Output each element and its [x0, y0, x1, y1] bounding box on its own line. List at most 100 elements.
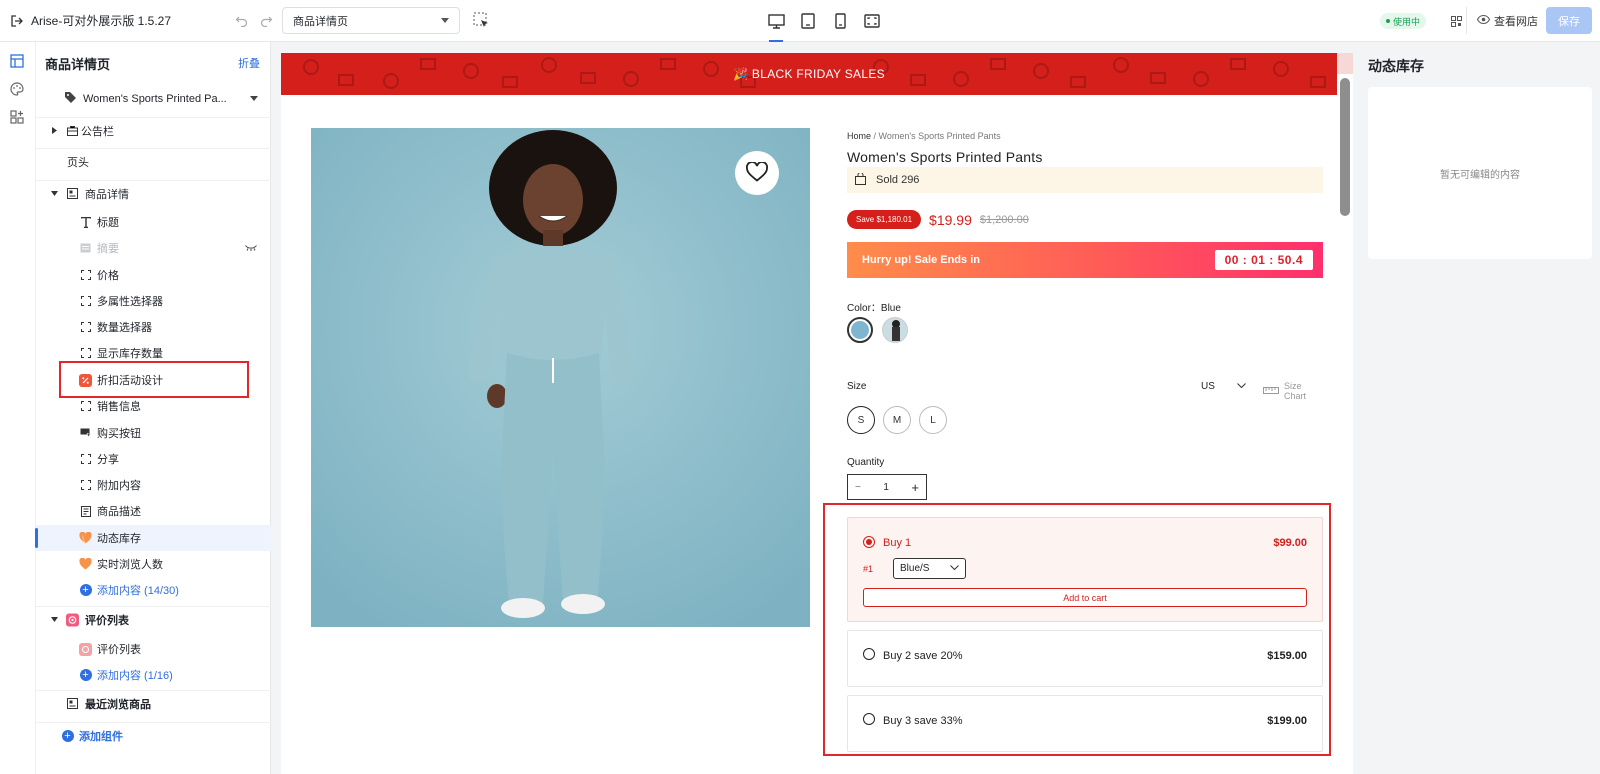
- tree-item-price[interactable]: 价格: [36, 262, 271, 288]
- product-select[interactable]: Women's Sports Printed Pa...: [64, 88, 258, 110]
- size-region-value: US: [1201, 381, 1215, 392]
- color-swatch-photo[interactable]: [882, 317, 908, 343]
- plus-circle-icon: +: [79, 584, 92, 597]
- mobile-icon[interactable]: [824, 0, 856, 42]
- settings-empty-card: 暂无可编辑的内容: [1368, 87, 1592, 259]
- heart-app-icon: [79, 532, 92, 545]
- announcement-bar[interactable]: 🎉 BLACK FRIDAY SALES: [281, 53, 1337, 95]
- tree-item-additional-content[interactable]: 附加内容: [36, 472, 271, 498]
- tree-item-label: 页头: [67, 156, 89, 169]
- qr-code-icon[interactable]: [1446, 11, 1466, 31]
- caret-down-icon: [250, 93, 258, 105]
- hidden-eye-icon[interactable]: [244, 242, 257, 255]
- undo-icon[interactable]: [233, 12, 249, 28]
- highlight-annotation-bundles: [823, 503, 1331, 756]
- settings-panel: 动态库存 暂无可编辑的内容: [1353, 42, 1600, 774]
- page-select[interactable]: 商品详情页: [282, 7, 460, 34]
- countdown-label: Hurry up! Sale Ends in: [862, 254, 980, 266]
- preview-canvas: 🎉 BLACK FRIDAY SALES Home / Women's Spor…: [281, 53, 1337, 774]
- tree-item-label: 分享: [97, 454, 119, 466]
- icon-rail: [0, 42, 36, 774]
- tree-item-buy-button[interactable]: 购买按钮: [36, 420, 271, 446]
- tree-item-summary[interactable]: 摘要: [36, 235, 271, 261]
- breadcrumb-current: Women's Sports Printed Pants: [878, 131, 1001, 141]
- theme-palette-icon[interactable]: [8, 80, 26, 98]
- size-option-s[interactable]: S: [847, 406, 875, 434]
- caret-down-icon[interactable]: [50, 190, 58, 198]
- add-content-button[interactable]: + 添加内容 (14/30): [36, 577, 271, 603]
- view-store-label: 查看网店: [1494, 15, 1538, 28]
- caret-right-icon[interactable]: [50, 127, 58, 135]
- tree-item-quantity-picker[interactable]: 数量选择器: [36, 314, 271, 340]
- device-switcher: [760, 0, 888, 42]
- tree-item-share[interactable]: 分享: [36, 446, 271, 472]
- tree-item-label: 动态库存: [97, 533, 141, 545]
- quantity-plus-button[interactable]: +: [911, 480, 919, 495]
- tree-item-product-details[interactable]: 商品详情: [36, 180, 271, 206]
- tree-item-label: 公告栏: [81, 125, 114, 138]
- size-region-select[interactable]: US: [1201, 381, 1246, 392]
- button-icon: [79, 427, 92, 440]
- tree-item-label: 多属性选择器: [97, 296, 163, 308]
- add-content-label: 添加内容 (14/30): [97, 585, 179, 597]
- size-label: Size: [847, 381, 867, 392]
- tree-item-variant-picker[interactable]: 多属性选择器: [36, 288, 271, 314]
- size-option-m[interactable]: M: [883, 406, 911, 434]
- block-icon: [79, 347, 92, 360]
- page-structure-sidebar: 商品详情页 折叠 Women's Sports Printed Pa... 公告…: [35, 42, 271, 774]
- section-icon: [66, 187, 79, 200]
- breadcrumb-home[interactable]: Home: [847, 131, 871, 141]
- sales-info: Sold 296: [847, 167, 1323, 193]
- tree-item-label: 摘要: [97, 243, 119, 255]
- tree-item-header[interactable]: 页头: [36, 148, 271, 174]
- reviews-app-icon: [66, 613, 79, 626]
- desktop-icon[interactable]: [760, 0, 792, 42]
- add-content-button[interactable]: + 添加内容 (1/16): [36, 662, 271, 688]
- tree-item-live-viewers[interactable]: 实时浏览人数: [36, 551, 271, 577]
- collapse-button[interactable]: 折叠: [238, 55, 260, 71]
- quantity-value[interactable]: 1: [883, 482, 889, 493]
- tree-item-recently-viewed[interactable]: 最近浏览商品: [36, 690, 271, 716]
- empty-state-text: 暂无可编辑的内容: [1440, 169, 1520, 181]
- tree-item-reviews-list[interactable]: 评价列表: [36, 636, 271, 662]
- color-swatch-blue[interactable]: [847, 317, 873, 343]
- swatch-fill: [851, 321, 869, 339]
- color-label: Color：Blue: [847, 303, 901, 314]
- size-chart-link[interactable]: Size Chart: [1263, 381, 1323, 401]
- fullscreen-icon[interactable]: [856, 0, 888, 42]
- exit-icon[interactable]: [9, 13, 25, 29]
- tree-item-description[interactable]: 商品描述: [36, 498, 271, 524]
- view-store-button[interactable]: 查看网店: [1466, 7, 1548, 34]
- wishlist-button[interactable]: [735, 151, 779, 195]
- countdown-banner: Hurry up! Sale Ends in 00 : 01 : 50.4: [847, 242, 1323, 278]
- apps-icon[interactable]: [8, 108, 26, 126]
- product-select-value: Women's Sports Printed Pa...: [83, 93, 227, 105]
- redo-icon[interactable]: [258, 12, 274, 28]
- select-element-icon[interactable]: [473, 12, 490, 29]
- description-icon: [79, 505, 92, 518]
- quantity-minus-button[interactable]: −: [855, 482, 861, 493]
- tree-item-title[interactable]: 标题: [36, 209, 271, 235]
- save-button[interactable]: 保存: [1546, 7, 1592, 34]
- size-option-l[interactable]: L: [919, 406, 947, 434]
- tablet-icon[interactable]: [792, 0, 824, 42]
- swatch-photo: [892, 320, 900, 341]
- caret-down-icon: [441, 15, 449, 27]
- block-icon: [79, 479, 92, 492]
- block-icon: [79, 269, 92, 282]
- product-image[interactable]: [311, 128, 810, 627]
- caret-down-icon[interactable]: [50, 616, 58, 624]
- tree-item-dynamic-stock[interactable]: 动态库存: [35, 525, 271, 551]
- canvas-scrollbar-thumb[interactable]: [1340, 78, 1350, 216]
- tree-item-reviews-section[interactable]: 评价列表: [36, 606, 271, 632]
- tree-item-label: 实时浏览人数: [97, 559, 163, 571]
- layout-icon[interactable]: [8, 52, 26, 70]
- status-dot: [1386, 19, 1390, 23]
- tree-item-announcement[interactable]: 公告栏: [36, 117, 271, 143]
- text-icon: [79, 216, 92, 229]
- tree-item-label: 最近浏览商品: [85, 698, 151, 711]
- settings-panel-title: 动态库存: [1368, 58, 1424, 74]
- add-component-button[interactable]: + 添加组件: [36, 722, 271, 748]
- sold-count: Sold 296: [876, 174, 920, 186]
- reviews-app-icon: [79, 642, 92, 656]
